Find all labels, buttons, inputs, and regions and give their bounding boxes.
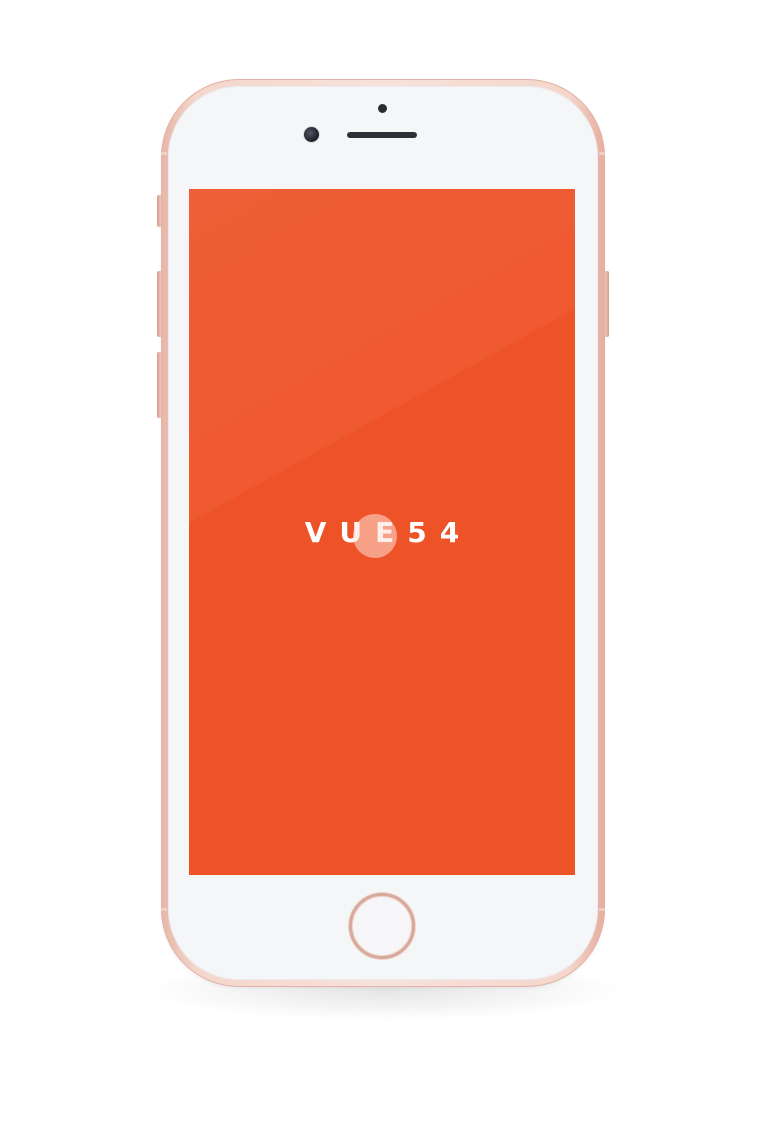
antenna-line (161, 152, 167, 155)
antenna-line (599, 152, 605, 155)
phone-screen[interactable]: VUE54 (189, 189, 575, 875)
antenna-line (161, 908, 167, 911)
volume-down-button[interactable] (157, 352, 161, 418)
antenna-line (599, 908, 605, 911)
mockup-stage: VUE54 (0, 0, 775, 1140)
home-button-icon[interactable] (349, 893, 415, 959)
mute-switch[interactable] (157, 195, 161, 227)
touch-indicator (353, 514, 397, 558)
earpiece-speaker-icon (347, 132, 417, 138)
front-camera-icon (304, 127, 319, 142)
power-button[interactable] (605, 271, 609, 337)
volume-up-button[interactable] (157, 271, 161, 337)
proximity-sensor (378, 104, 387, 113)
